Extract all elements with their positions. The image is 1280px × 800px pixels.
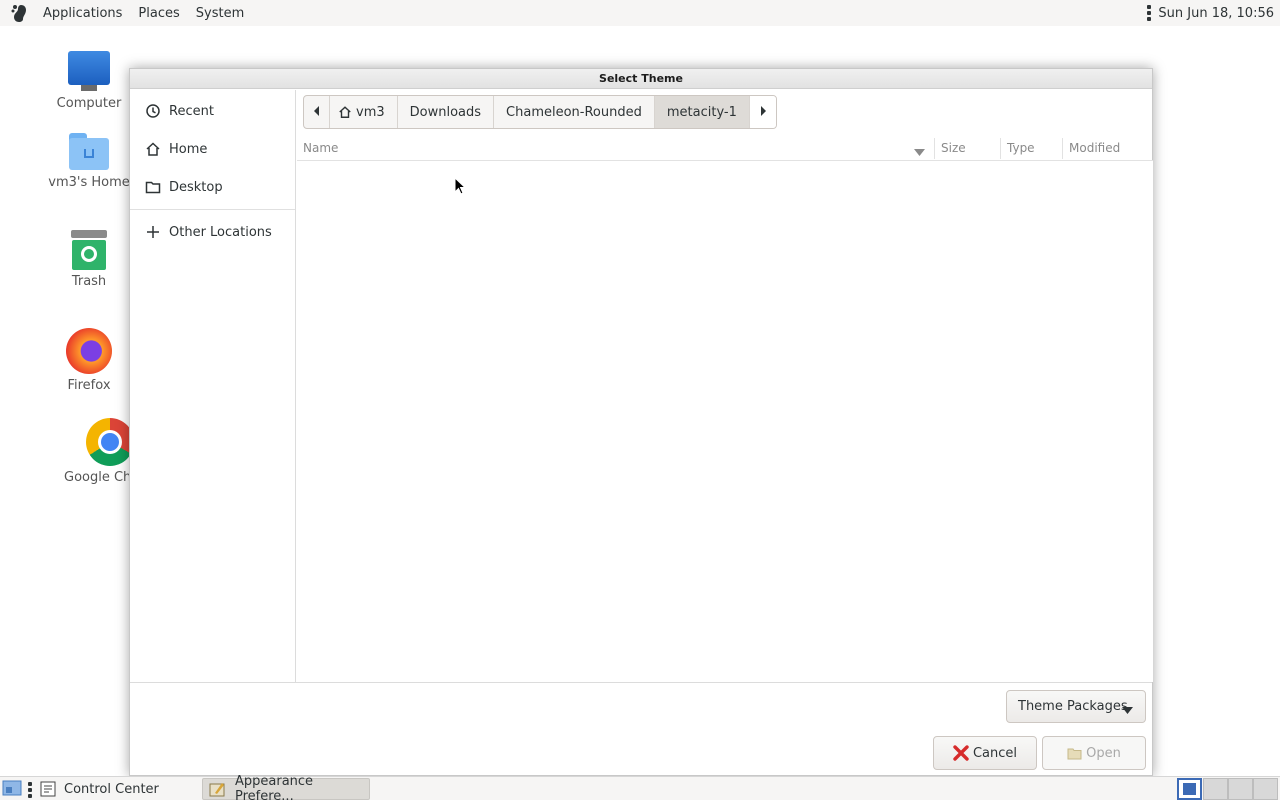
path-segment-label: vm3 <box>356 104 385 120</box>
chrome-icon <box>86 418 134 466</box>
sidebar-item-recent[interactable]: Recent <box>130 92 295 130</box>
open-folder-icon <box>1067 747 1082 760</box>
cancel-icon <box>953 745 969 761</box>
desktop-icon-firefox[interactable]: Firefox <box>44 328 134 393</box>
path-back-button[interactable] <box>304 96 330 128</box>
desktop-icon-label: vm3's Home <box>48 175 130 190</box>
plus-icon <box>144 223 162 241</box>
bottom-panel: Control Center Appearance Prefere... <box>0 774 1280 800</box>
file-list[interactable] <box>297 161 1153 682</box>
task-label: Appearance Prefere... <box>235 774 314 800</box>
dialog-title[interactable]: Select Theme <box>130 69 1152 89</box>
workspace-1[interactable] <box>1177 778 1202 800</box>
top-panel: Applications Places System Sun Jun 18, 1… <box>0 0 1280 26</box>
sidebar-separator <box>130 209 295 210</box>
workspace-2[interactable] <box>1203 778 1228 800</box>
column-modified[interactable]: Modified <box>1063 136 1153 161</box>
clock[interactable]: Sun Jun 18, 10:56 <box>1158 6 1274 21</box>
mouse-pointer-icon <box>454 176 467 199</box>
column-size-label: Size <box>941 141 966 155</box>
sidebar-item-home[interactable]: Home <box>130 130 295 168</box>
sidebar-item-desktop[interactable]: Desktop <box>130 168 295 206</box>
task-label: Control Center <box>64 781 159 797</box>
chevron-right-icon <box>759 105 767 120</box>
panel-menu-icon[interactable] <box>1147 5 1152 21</box>
sort-descending-icon <box>914 145 925 159</box>
task-control-center[interactable]: Control Center <box>34 778 198 800</box>
column-type-label: Type <box>1007 141 1035 155</box>
panel-handle-icon[interactable] <box>28 782 32 798</box>
places-menu[interactable]: Places <box>130 6 187 21</box>
open-label: Open <box>1086 745 1121 761</box>
path-bar: vm3 Downloads Chameleon-Rounded metacity… <box>303 95 777 129</box>
desktop-icon-trash[interactable]: Trash <box>44 230 134 289</box>
cancel-button[interactable]: Cancel <box>933 736 1037 770</box>
sidebar-item-label: Desktop <box>169 179 223 195</box>
column-name-label: Name <box>303 141 339 155</box>
trash-icon <box>71 230 107 270</box>
firefox-icon <box>66 328 112 374</box>
file-list-header: Name Size Type Modified <box>297 136 1153 161</box>
select-theme-dialog: Select Theme Recent Home Desktop Other L… <box>129 68 1153 776</box>
control-center-icon <box>40 781 56 797</box>
desktop-icon-chrome[interactable]: Google Ch <box>44 418 134 485</box>
computer-icon <box>67 50 111 92</box>
chevron-left-icon <box>313 105 321 120</box>
dialog-action-area: Theme Packages Cancel Open <box>130 682 1152 775</box>
filter-label: Theme Packages <box>1018 699 1128 714</box>
sidebar-item-label: Recent <box>169 103 214 119</box>
cancel-label: Cancel <box>972 745 1018 761</box>
path-segment-metacity-1[interactable]: metacity-1 <box>654 96 750 128</box>
column-size[interactable]: Size <box>935 136 1000 161</box>
desktop-icon-label: Trash <box>71 274 107 289</box>
sidebar-item-label: Other Locations <box>169 224 272 240</box>
show-desktop-icon[interactable] <box>2 779 22 797</box>
chevron-down-icon <box>1122 703 1133 718</box>
open-button[interactable]: Open <box>1042 736 1146 770</box>
system-menu[interactable]: System <box>188 6 252 21</box>
workspace-4[interactable] <box>1253 778 1278 800</box>
column-type[interactable]: Type <box>1001 136 1062 161</box>
appearance-icon <box>209 781 227 797</box>
path-segment-downloads[interactable]: Downloads <box>398 96 495 128</box>
desktop-icon-label: Computer <box>56 96 122 111</box>
desktop-icon-label: Google Ch <box>64 470 132 485</box>
theme-packages-filter[interactable]: Theme Packages <box>1006 690 1146 723</box>
gnome-foot-icon[interactable] <box>9 2 31 24</box>
sidebar-item-other-locations[interactable]: Other Locations <box>130 213 295 251</box>
home-icon <box>338 105 352 119</box>
path-forward-button[interactable] <box>749 96 776 128</box>
applications-menu[interactable]: Applications <box>35 6 130 21</box>
desktop-icon-label: Firefox <box>67 378 111 393</box>
workspace-3[interactable] <box>1228 778 1253 800</box>
folder-icon <box>144 178 162 196</box>
path-segment-vm3[interactable]: vm3 <box>330 96 398 128</box>
column-name[interactable]: Name <box>297 136 927 161</box>
desktop-icon-computer[interactable]: Computer <box>44 50 134 111</box>
places-sidebar: Recent Home Desktop Other Locations <box>130 90 296 682</box>
home-folder-icon <box>68 131 110 171</box>
clock-icon <box>144 102 162 120</box>
home-icon <box>144 140 162 158</box>
desktop-icon-home[interactable]: vm3's Home <box>44 131 134 190</box>
task-appearance-preferences[interactable]: Appearance Prefere... <box>202 774 370 800</box>
sidebar-item-label: Home <box>169 141 208 157</box>
column-modified-label: Modified <box>1069 141 1121 155</box>
path-segment-chameleon-rounded[interactable]: Chameleon-Rounded <box>494 96 655 128</box>
